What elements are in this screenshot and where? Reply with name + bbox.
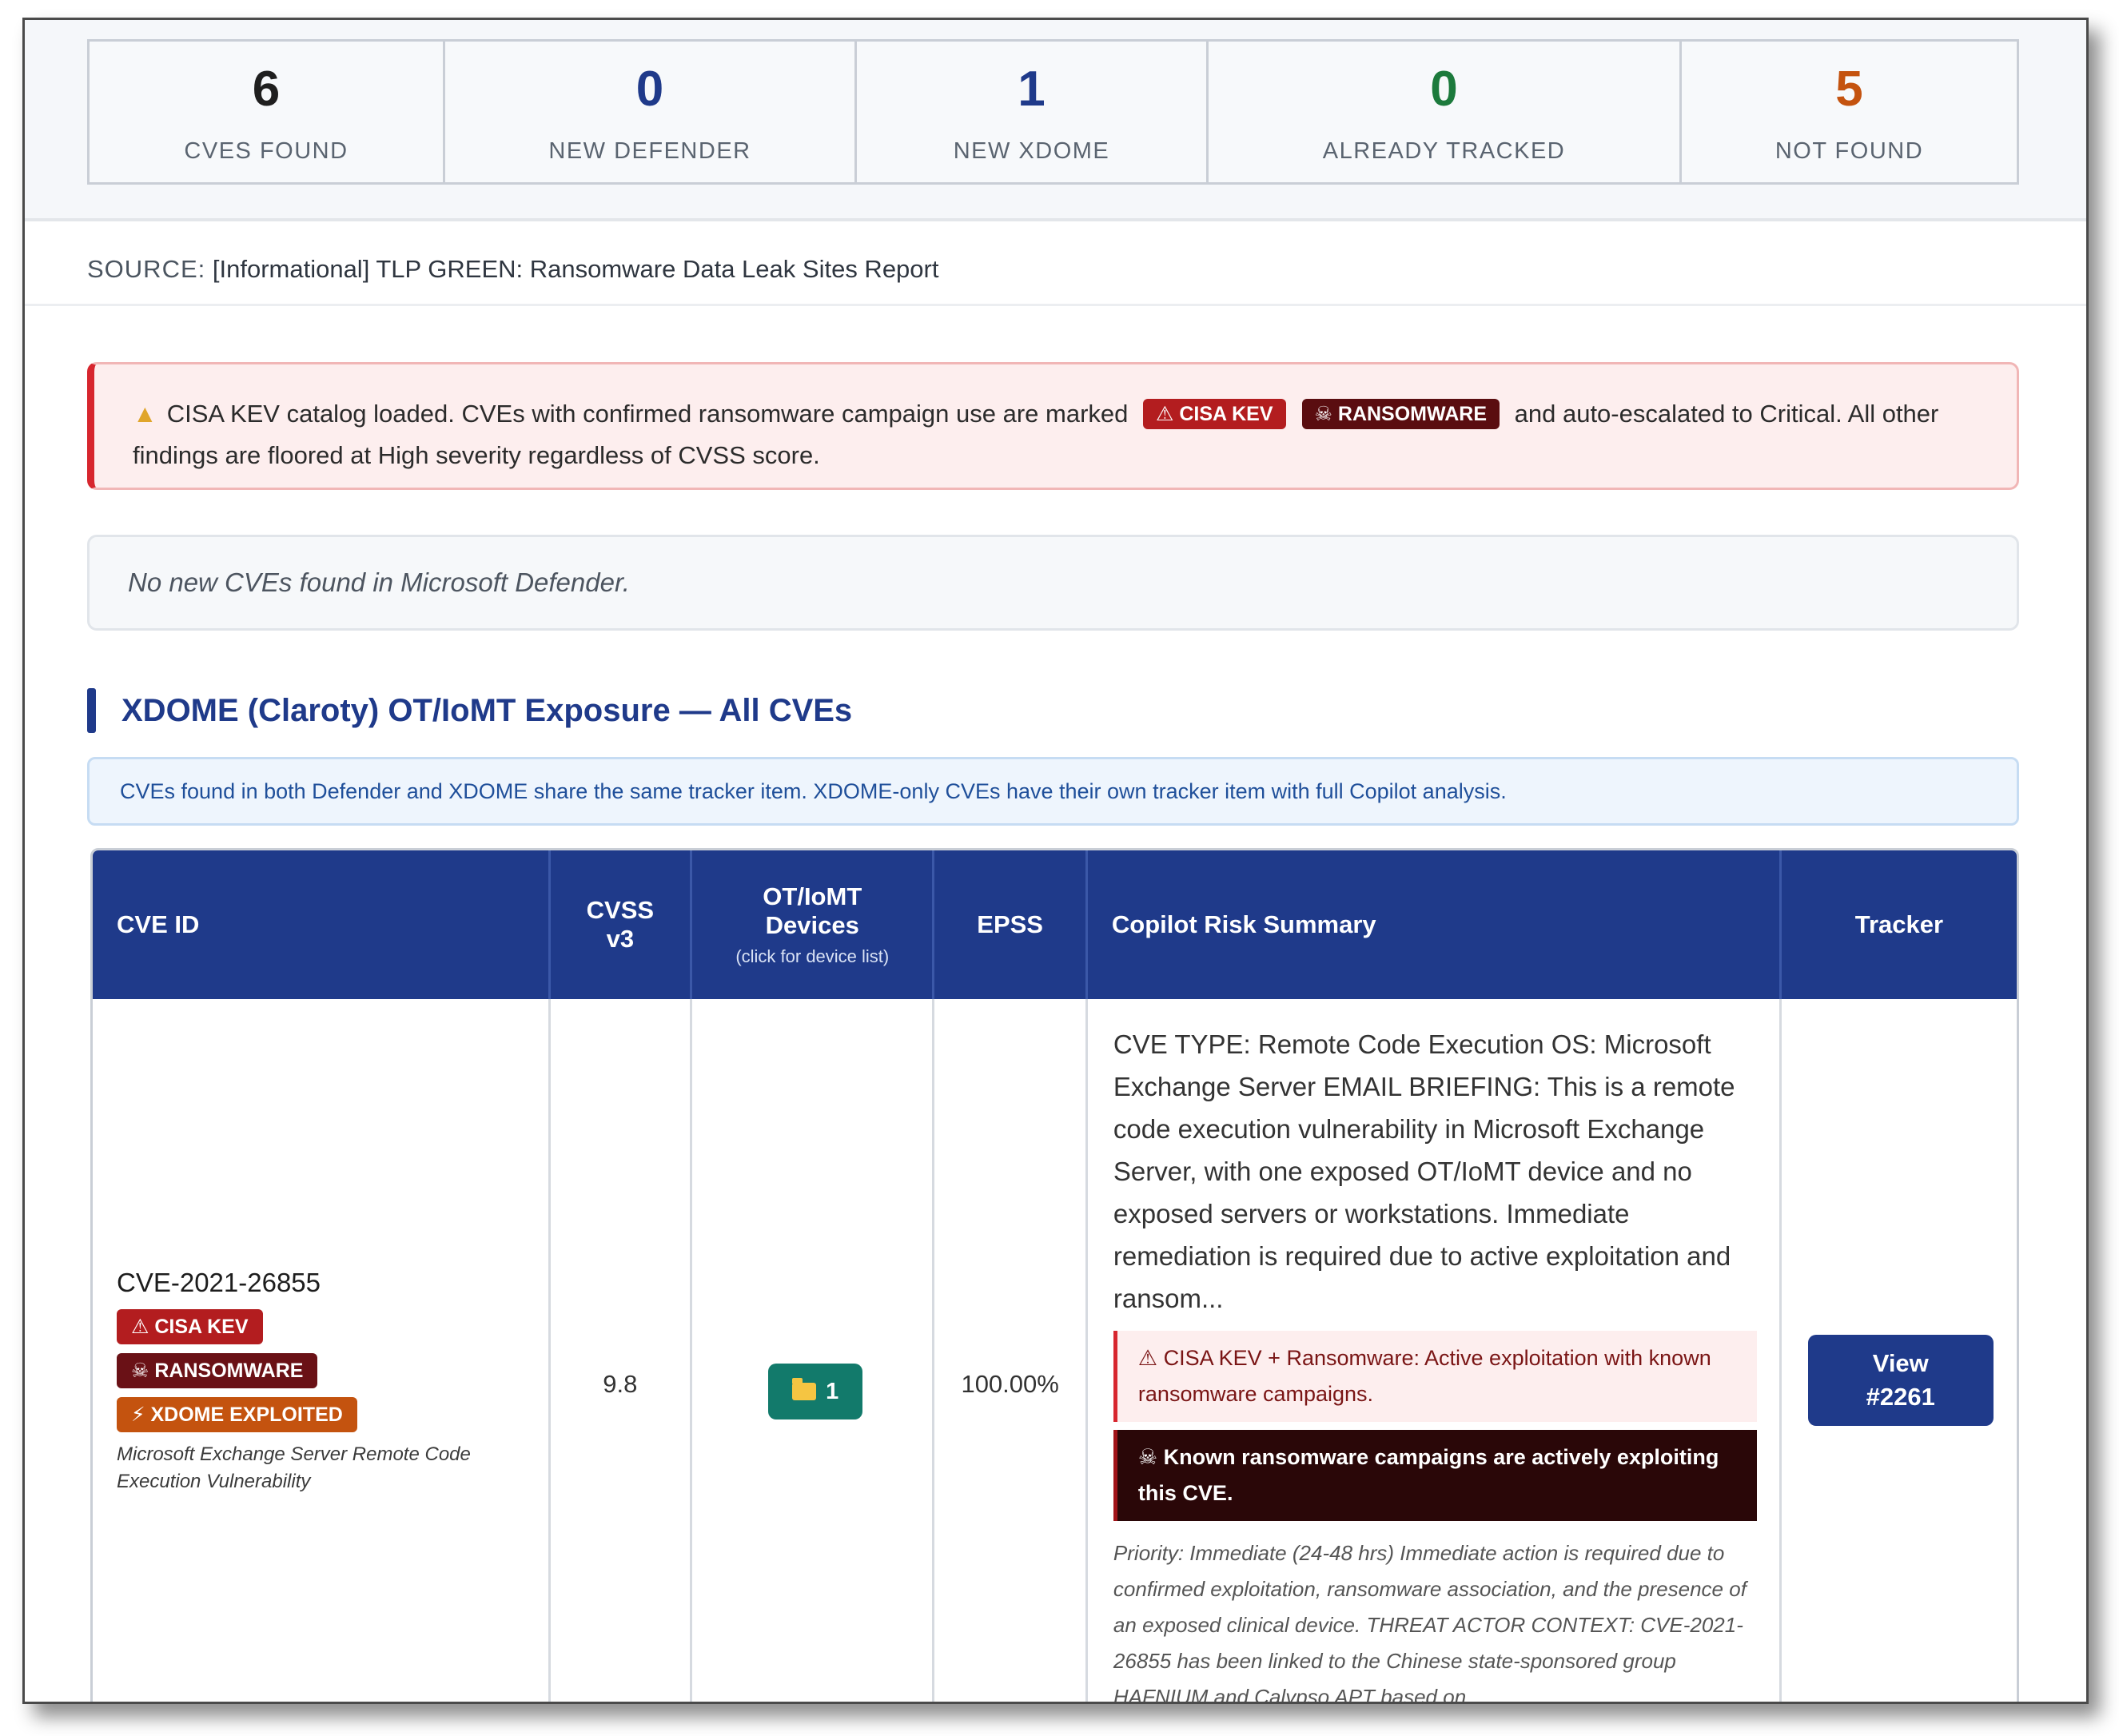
- ransomware-badge: ☠ RANSOMWARE: [1301, 399, 1500, 429]
- header-cvss-line1: CVSS: [586, 896, 655, 924]
- stat-label: CVES FOUND: [184, 137, 349, 164]
- cell-tracker: View #2261: [1782, 999, 2017, 1702]
- cvss-score: 9.8: [603, 1370, 638, 1398]
- epss-score: 100.00%: [961, 1370, 1059, 1398]
- xdome-cve-table: CVE ID CVSS v3 OT/IoMT Devices (click fo…: [90, 848, 2019, 1704]
- heading-accent-bar: [87, 688, 96, 733]
- cve-description: Microsoft Exchange Server Remote Code Ex…: [117, 1443, 471, 1492]
- header-devices: OT/IoMT Devices (click for device list): [692, 850, 935, 999]
- cisa-kev-tag: ⚠ CISA KEV: [117, 1309, 263, 1344]
- stat-value: 0: [635, 61, 664, 117]
- cve-id-text: CVE-2021-26855: [117, 1268, 321, 1297]
- source-band: SOURCE: [Informational] TLP GREEN: Ranso…: [25, 225, 2086, 306]
- defender-empty-note: No new CVEs found in Microsoft Defender.: [87, 535, 2019, 631]
- source-text: [Informational] TLP GREEN: Ransomware Da…: [212, 255, 939, 283]
- tracker-number: #2261: [1866, 1383, 1935, 1411]
- stat-not-found: 5 NOT FOUND: [1682, 42, 2017, 182]
- warning-icon: ▲: [133, 400, 157, 428]
- source-line: SOURCE: [Informational] TLP GREEN: Ranso…: [87, 255, 938, 284]
- header-devices-line1: OT/IoMT: [763, 882, 862, 910]
- table-header: CVE ID CVSS v3 OT/IoMT Devices (click fo…: [93, 850, 2017, 999]
- header-cvss-line2: v3: [606, 925, 635, 953]
- stat-value: 1: [1018, 61, 1046, 117]
- ransomware-tag: ☠ RANSOMWARE: [117, 1353, 318, 1388]
- kev-alert: ▲ CISA KEV catalog loaded. CVEs with conf…: [87, 362, 2019, 490]
- stat-value: 6: [252, 61, 281, 117]
- summary-text: CVE TYPE: Remote Code Execution OS: Micr…: [1113, 1029, 1735, 1313]
- ransomware-exploit-note: ☠ Known ransomware campaigns are activel…: [1113, 1430, 1757, 1521]
- stat-new-defender: 0 NEW DEFENDER: [445, 42, 857, 182]
- header-tracker: Tracker: [1854, 910, 1944, 938]
- device-list-button[interactable]: 1: [768, 1364, 863, 1419]
- stat-cves-found: 6 CVES FOUND: [90, 42, 445, 182]
- cve-report-panel: 6 CVES FOUND 0 NEW DEFENDER 1 NEW XDOME …: [22, 18, 2089, 1704]
- cell-epss: 100.00%: [934, 999, 1088, 1702]
- tracker-info-note: CVEs found in both Defender and XDOME sh…: [87, 757, 2019, 826]
- section-heading: XDOME (Claroty) OT/IoMT Exposure — All C…: [87, 688, 852, 733]
- header-epss: EPSS: [934, 850, 1088, 999]
- view-tracker-button[interactable]: View #2261: [1807, 1335, 1994, 1426]
- cve-block: CVE-2021-26855 ⚠ CISA KEV ☠ RANSOMWARE ⚡…: [117, 1268, 532, 1495]
- stats-band: 6 CVES FOUND 0 NEW DEFENDER 1 NEW XDOME …: [25, 20, 2086, 221]
- view-label: View: [1872, 1349, 1929, 1377]
- risk-summary: CVE TYPE: Remote Code Execution OS: Micr…: [1113, 1023, 1757, 1704]
- stats-summary: 6 CVES FOUND 0 NEW DEFENDER 1 NEW XDOME …: [87, 39, 2019, 185]
- header-cvss: CVSS v3: [551, 850, 693, 999]
- xdome-exploited-tag: ⚡ XDOME EXPLOITED: [117, 1397, 357, 1432]
- stat-label: NOT FOUND: [1774, 137, 1924, 164]
- alert-text-before: CISA KEV catalog loaded. CVEs with confi…: [166, 400, 1129, 428]
- table-row: CVE-2021-26855 ⚠ CISA KEV ☠ RANSOMWARE ⚡…: [93, 999, 2017, 1704]
- cell-cvss: 9.8: [551, 999, 693, 1702]
- header-devices-sub: (click for device list): [735, 946, 890, 966]
- cell-summary: CVE TYPE: Remote Code Execution OS: Micr…: [1088, 999, 1782, 1704]
- stat-value: 0: [1430, 61, 1458, 117]
- stat-label: NEW XDOME: [953, 137, 1110, 164]
- header-summary: Copilot Risk Summary: [1088, 850, 1782, 999]
- priority-text: Priority: Immediate (24-48 hrs) Immediat…: [1113, 1541, 1747, 1704]
- cell-cve-id: CVE-2021-26855 ⚠ CISA KEV ☠ RANSOMWARE ⚡…: [93, 999, 551, 1702]
- stat-label: ALREADY TRACKED: [1322, 137, 1566, 164]
- device-count: 1: [826, 1378, 839, 1404]
- stat-value: 5: [1835, 61, 1863, 117]
- kev-ransomware-note: ⚠ CISA KEV + Ransomware: Active exploita…: [1113, 1331, 1757, 1422]
- header-devices-line2: Devices: [765, 911, 859, 939]
- header-cve-id: CVE ID: [93, 850, 551, 999]
- folder-icon: [792, 1378, 817, 1400]
- source-prefix: SOURCE:: [87, 255, 206, 283]
- stat-label: NEW DEFENDER: [548, 137, 751, 164]
- stat-new-xdome: 1 NEW XDOME: [857, 42, 1209, 182]
- cisa-kev-badge: ⚠ CISA KEV: [1143, 399, 1286, 429]
- section-title: XDOME (Claroty) OT/IoMT Exposure — All C…: [121, 692, 853, 728]
- stat-already-tracked: 0 ALREADY TRACKED: [1209, 42, 1682, 182]
- cell-devices: 1: [692, 999, 935, 1702]
